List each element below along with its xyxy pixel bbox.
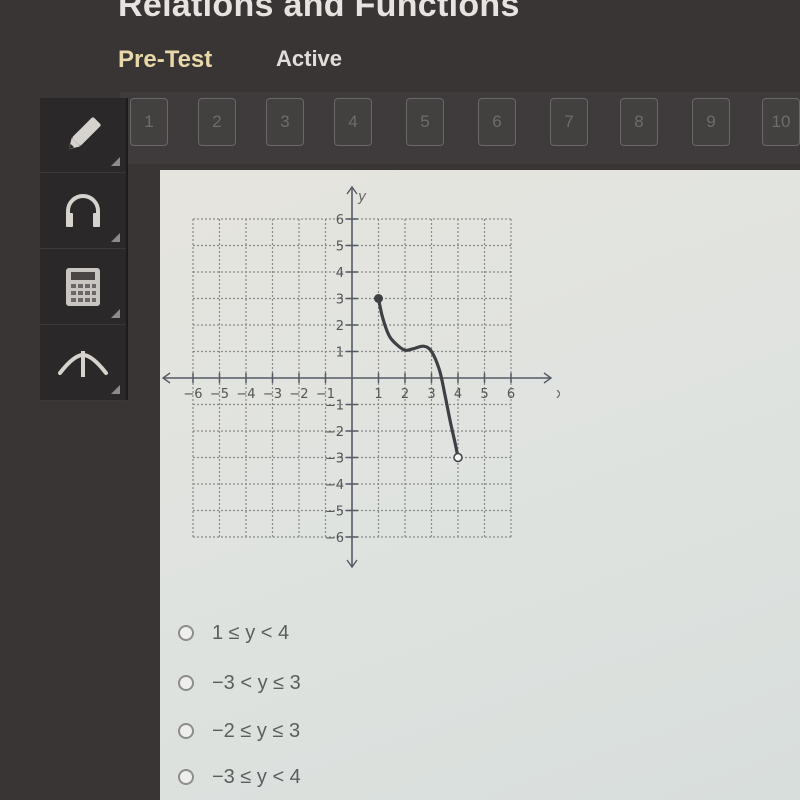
y-tick-label: −2 bbox=[325, 425, 344, 440]
question-7-button[interactable]: 7 bbox=[550, 98, 588, 146]
question-4-button[interactable]: 4 bbox=[334, 98, 372, 146]
answer-label: −2 ≤ y ≤ 3 bbox=[212, 719, 301, 742]
question-9-button[interactable]: 9 bbox=[692, 98, 730, 146]
x-tick-label: 5 bbox=[480, 387, 488, 402]
y-tick-label: −6 bbox=[325, 531, 344, 546]
function-graph: −6−5−4−3−2−1123456654321−1−2−3−4−5−6xy bbox=[161, 185, 560, 569]
status-label: Active bbox=[276, 46, 343, 71]
y-tick-label: 6 bbox=[336, 213, 344, 228]
y-tick-label: 1 bbox=[336, 346, 344, 361]
radio-button[interactable] bbox=[178, 625, 194, 641]
question-10-button[interactable]: 10 bbox=[762, 98, 800, 146]
graph-tool-icon bbox=[58, 351, 108, 377]
x-tick-label: −2 bbox=[289, 387, 308, 402]
question-2-button[interactable]: 2 bbox=[198, 98, 236, 146]
question-panel: −6−5−4−3−2−1123456654321−1−2−3−4−5−6xy 1… bbox=[160, 170, 800, 800]
question-3-button[interactable]: 3 bbox=[266, 98, 304, 146]
pencil-icon bbox=[68, 117, 101, 150]
graph-tool-button[interactable] bbox=[40, 326, 126, 401]
radio-button[interactable] bbox=[178, 723, 194, 739]
tool-menu-indicator bbox=[111, 385, 120, 394]
x-tick-label: 1 bbox=[374, 387, 382, 402]
y-tick-label: 3 bbox=[336, 293, 344, 308]
question-1-button[interactable]: 1 bbox=[130, 98, 168, 146]
y-axis-label: y bbox=[357, 189, 367, 205]
y-tick-label: −4 bbox=[325, 478, 344, 493]
y-tick-label: 4 bbox=[336, 266, 344, 281]
x-tick-label: 2 bbox=[401, 387, 409, 402]
closed-endpoint bbox=[374, 294, 383, 303]
calculator-tool-button[interactable] bbox=[40, 250, 126, 325]
radio-button[interactable] bbox=[178, 769, 194, 785]
headphones-icon bbox=[66, 194, 100, 227]
x-tick-label: 3 bbox=[427, 387, 435, 402]
y-tick-label: −3 bbox=[325, 452, 344, 467]
y-tick-label: −1 bbox=[325, 399, 344, 414]
question-6-button[interactable]: 6 bbox=[478, 98, 516, 146]
tool-sidebar bbox=[40, 98, 128, 401]
y-tick-label: −5 bbox=[325, 505, 344, 520]
pencil-tool-button[interactable] bbox=[40, 98, 126, 173]
open-endpoint bbox=[453, 452, 463, 463]
x-tick-label: 6 bbox=[507, 387, 515, 402]
answer-label: −3 ≤ y < 4 bbox=[212, 765, 301, 788]
answer-label: −3 < y ≤ 3 bbox=[212, 671, 301, 694]
x-axis-label: x bbox=[556, 386, 560, 402]
answer-option-1[interactable]: 1 ≤ y < 4 bbox=[178, 618, 398, 648]
app-title: Relations and Functions bbox=[118, 0, 520, 24]
answer-option-4[interactable]: −3 ≤ y < 4 bbox=[178, 762, 398, 792]
x-tick-label: −4 bbox=[236, 387, 255, 402]
question-5-button[interactable]: 5 bbox=[406, 98, 444, 146]
question-8-button[interactable]: 8 bbox=[620, 98, 658, 146]
calculator-icon bbox=[66, 268, 100, 306]
question-navigation: 1 2 3 4 5 6 7 8 9 10 bbox=[120, 92, 800, 164]
x-tick-label: −5 bbox=[210, 387, 229, 402]
y-tick-label: 2 bbox=[336, 319, 344, 334]
x-tick-label: −6 bbox=[183, 387, 202, 402]
assessment-type: Pre-Test bbox=[118, 46, 213, 73]
x-tick-label: −3 bbox=[263, 387, 282, 402]
answer-label: 1 ≤ y < 4 bbox=[212, 621, 290, 644]
answer-option-3[interactable]: −2 ≤ y ≤ 3 bbox=[178, 716, 398, 746]
radio-button[interactable] bbox=[178, 675, 194, 691]
tool-menu-indicator bbox=[111, 309, 120, 318]
answer-option-2[interactable]: −3 < y ≤ 3 bbox=[178, 668, 398, 698]
y-tick-label: 5 bbox=[336, 240, 344, 255]
audio-tool-button[interactable] bbox=[40, 174, 126, 249]
x-tick-label: 4 bbox=[454, 387, 462, 402]
tool-menu-indicator bbox=[111, 233, 120, 242]
tool-menu-indicator bbox=[111, 157, 120, 166]
